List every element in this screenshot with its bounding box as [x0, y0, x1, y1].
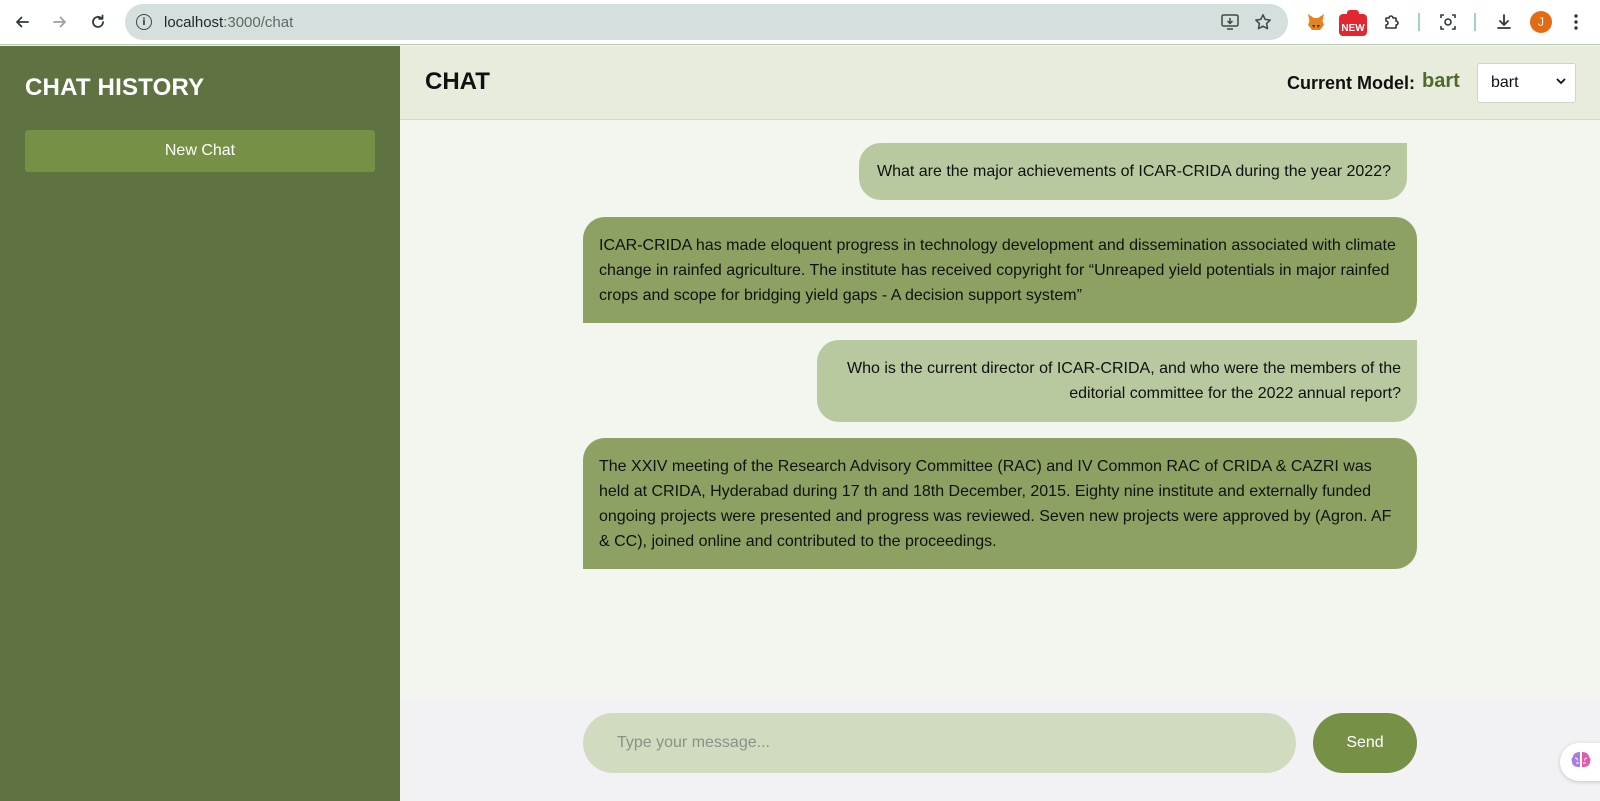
url-host: localhost: [164, 13, 224, 31]
sidebar: CHAT HISTORY New Chat: [0, 46, 400, 801]
user-message: Who is the current director of ICAR-CRID…: [817, 340, 1417, 422]
site-info-icon[interactable]: i: [136, 14, 152, 30]
reload-icon[interactable]: [84, 8, 112, 36]
extensions-puzzle-icon[interactable]: [1380, 10, 1404, 34]
new-chat-button[interactable]: New Chat: [25, 130, 375, 172]
model-select[interactable]: bart: [1477, 63, 1576, 103]
download-icon[interactable]: [1492, 10, 1516, 34]
user-message: What are the major achievements of ICAR-…: [859, 143, 1407, 200]
avatar-initial: J: [1538, 15, 1544, 29]
url-text[interactable]: localhost:3000/chat: [164, 14, 293, 31]
chevron-down-icon: [1555, 75, 1567, 90]
profile-avatar[interactable]: J: [1530, 11, 1552, 33]
brain-icon[interactable]: [1570, 750, 1592, 775]
browser-menu-icon[interactable]: [1566, 10, 1586, 34]
bot-message: The XXIV meeting of the Research Advisor…: [583, 438, 1417, 569]
new-extension-badge[interactable]: NEW: [1339, 10, 1367, 36]
toolbar-divider: [1474, 13, 1476, 31]
page-title: CHAT: [425, 68, 490, 95]
new-badge-text: NEW: [1341, 23, 1365, 34]
bookmark-star-icon[interactable]: [1253, 13, 1273, 31]
screenshot-lens-icon[interactable]: [1436, 10, 1460, 34]
fox-extension-icon[interactable]: [1304, 10, 1328, 34]
current-model-label: Current Model:: [1287, 73, 1415, 93]
address-bar[interactable]: i localhost:3000/chat: [125, 4, 1288, 40]
chat-main: CHAT Current Model: bart bart What are t…: [400, 46, 1600, 801]
url-path: :3000/chat: [223, 13, 294, 31]
message-composer: Send: [400, 698, 1600, 801]
chat-header: CHAT Current Model: bart bart: [400, 46, 1600, 120]
current-model-value: bart: [1422, 70, 1460, 92]
toolbar-divider: [1418, 13, 1420, 31]
message-input[interactable]: [583, 713, 1296, 773]
forward-icon[interactable]: [46, 8, 74, 36]
send-button[interactable]: Send: [1313, 713, 1417, 773]
bot-message: ICAR-CRIDA has made eloquent progress in…: [583, 217, 1417, 323]
install-app-icon[interactable]: [1220, 13, 1240, 31]
assistant-widget[interactable]: [1560, 743, 1600, 781]
back-icon[interactable]: [8, 8, 36, 36]
browser-toolbar: i localhost:3000/chat NEW J: [0, 0, 1600, 45]
model-select-value: bart: [1491, 74, 1519, 91]
sidebar-title: CHAT HISTORY: [25, 74, 205, 101]
